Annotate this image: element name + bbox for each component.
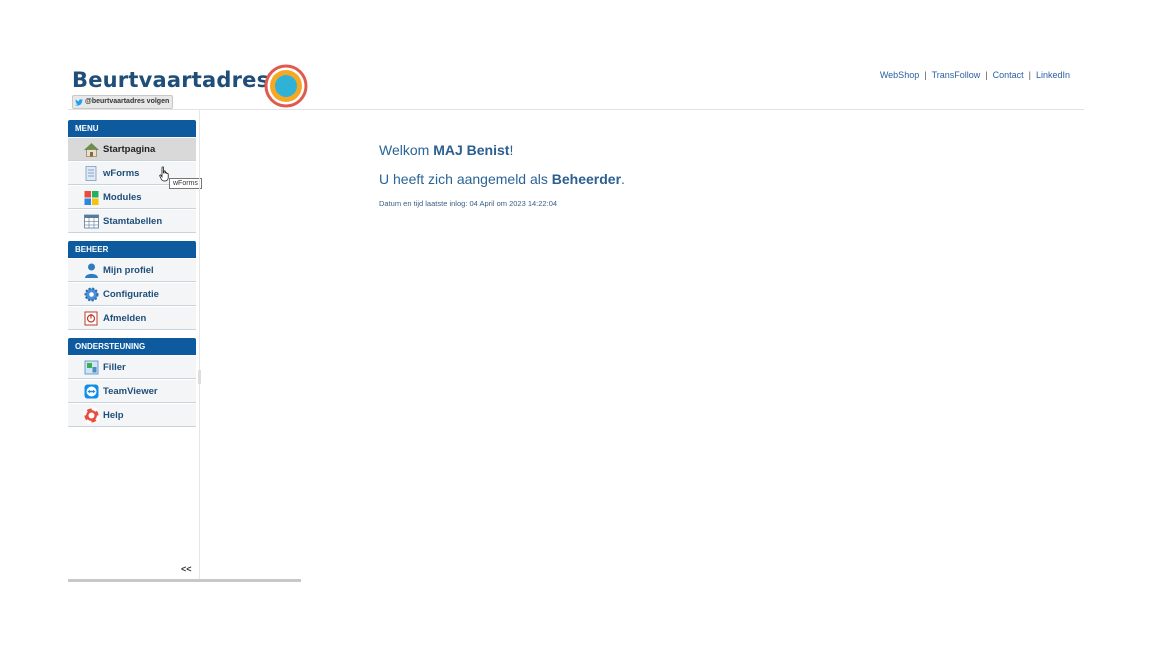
sidebar-divider: [199, 110, 200, 580]
sidebar-item-afmelden[interactable]: Afmelden: [68, 307, 196, 330]
sidebar-item-label: Afmelden: [103, 312, 147, 324]
sidebar-item-label: wForms: [103, 167, 140, 179]
hand-cursor-icon: [159, 166, 169, 182]
user-role: Beheerder: [551, 171, 622, 187]
main-content: Welkom MAJ Benist! U heeft zich aangemel…: [379, 142, 625, 208]
top-links: WebShop | TransFollow | Contact | LinkedIn: [880, 70, 1070, 80]
role-message: U heeft zich aangemeld als Beheerder.: [379, 171, 625, 187]
sidebar-item-help[interactable]: Help: [68, 404, 196, 427]
modules-icon: [83, 189, 100, 206]
sidebar-item-teamviewer[interactable]: TeamViewer: [68, 380, 196, 403]
forms-icon: [83, 165, 100, 182]
sidebar-item-label: Mijn profiel: [103, 264, 154, 276]
section-header-beheer: BEHEER: [68, 241, 196, 258]
twitter-follow-button[interactable]: @beurtvaartadres volgen: [72, 95, 174, 109]
sidebar-item-label: TeamViewer: [103, 385, 158, 397]
twitter-follow-label: @beurtvaartadres volgen: [85, 98, 170, 105]
sidebar-item-configuratie[interactable]: Configuratie: [68, 283, 196, 306]
header: Beurtvaartadres @beurtvaartadres volgen …: [68, 60, 1084, 110]
sidebar-bottom-border: [68, 579, 301, 582]
resize-handle[interactable]: [198, 370, 201, 384]
filler-icon: [83, 359, 100, 376]
link-linkedin[interactable]: LinkedIn: [1036, 70, 1070, 80]
table-icon: [83, 213, 100, 230]
sidebar-item-stamtabellen[interactable]: Stamtabellen: [68, 210, 196, 233]
header-divider: [68, 109, 1084, 110]
welcome-message: Welkom MAJ Benist!: [379, 142, 514, 158]
logo-ring-icon: [264, 64, 308, 108]
sidebar-item-startpagina[interactable]: Startpagina: [68, 138, 196, 161]
sidebar-item-label: Help: [103, 409, 124, 421]
collapse-sidebar-button[interactable]: <<: [181, 564, 192, 574]
sidebar-item-modules[interactable]: Modules: [68, 186, 196, 209]
section-header-menu: MENU: [68, 120, 196, 137]
link-webshop[interactable]: WebShop: [880, 70, 919, 80]
sidebar-item-label: Startpagina: [103, 143, 156, 155]
tooltip: wForms: [169, 178, 202, 189]
twitter-icon: [75, 98, 83, 106]
sidebar: MENU Startpagina wForms Modules Stamtabe…: [68, 120, 196, 428]
user-icon: [83, 262, 100, 279]
sidebar-item-mijn-profiel[interactable]: Mijn profiel: [68, 259, 196, 282]
sidebar-item-label: Filler: [103, 361, 126, 373]
sidebar-item-filler[interactable]: Filler: [68, 356, 196, 379]
separator: |: [985, 70, 988, 80]
logout-icon: [83, 310, 100, 327]
link-transfollow[interactable]: TransFollow: [932, 70, 981, 80]
gear-icon: [83, 286, 100, 303]
separator: |: [1028, 70, 1031, 80]
section-header-ondersteuning: ONDERSTEUNING: [68, 338, 196, 355]
user-name: MAJ Benist: [433, 142, 510, 158]
sidebar-item-label: Configuratie: [103, 288, 159, 300]
link-contact[interactable]: Contact: [993, 70, 1024, 80]
separator: |: [924, 70, 927, 80]
teamviewer-icon: [83, 383, 100, 400]
last-login-text: Datum en tijd laatste inlog: 04 April om…: [379, 199, 558, 208]
sidebar-item-label: Modules: [103, 191, 142, 203]
home-icon: [83, 141, 100, 158]
brand-logo-text[interactable]: Beurtvaartadres: [72, 68, 269, 92]
sidebar-item-label: Stamtabellen: [103, 215, 163, 227]
help-icon: [83, 406, 100, 424]
